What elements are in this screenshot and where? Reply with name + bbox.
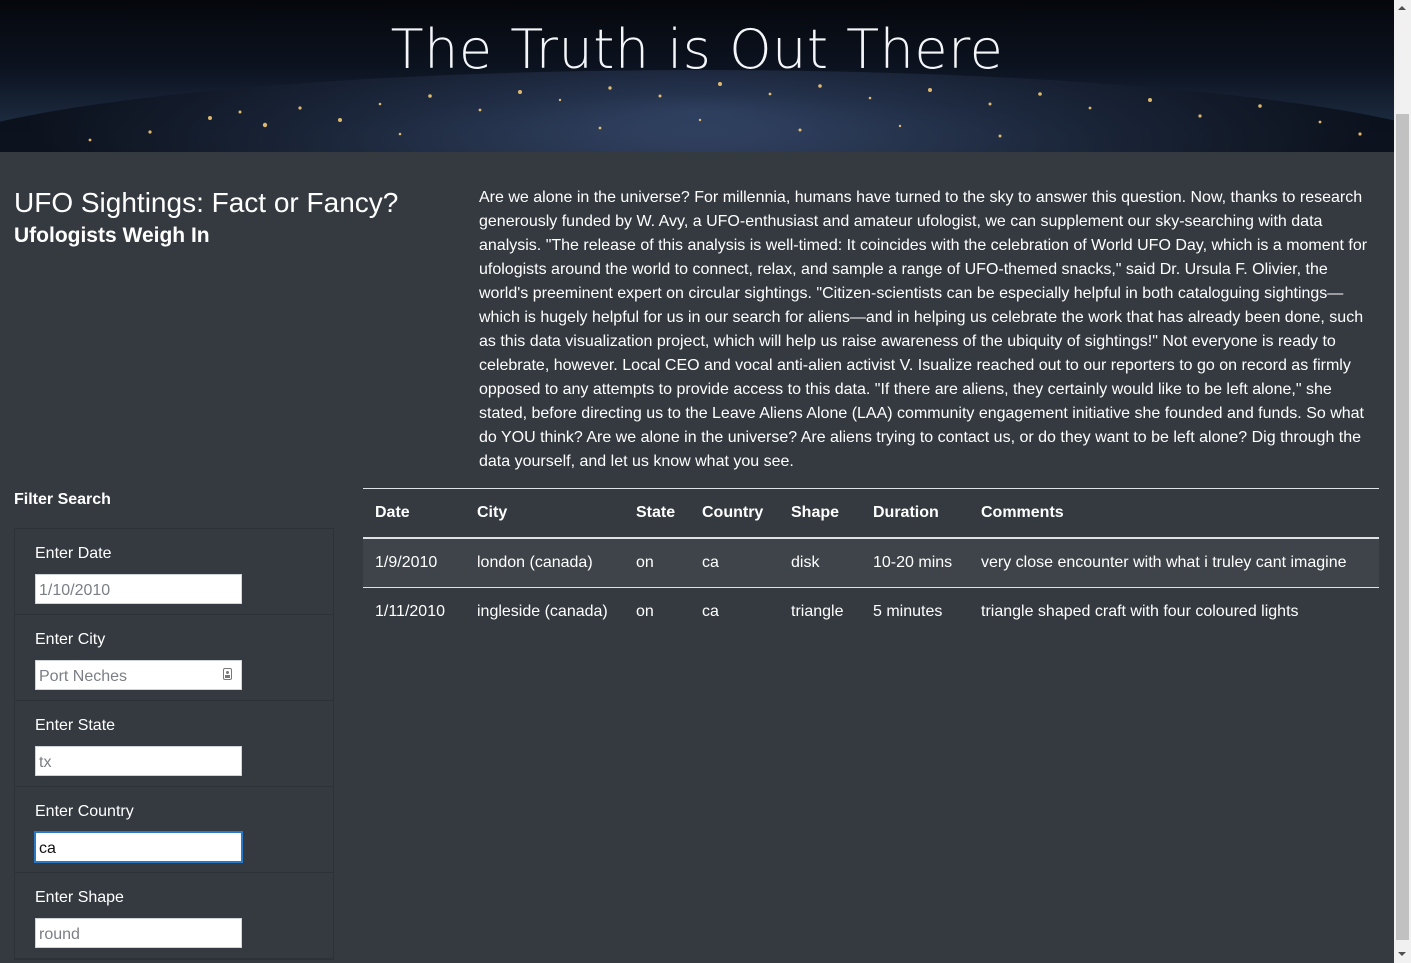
cell-country: ca (702, 603, 719, 620)
cell-city: ingleside (canada) (477, 603, 608, 620)
filter-shape-label: Enter Shape (35, 889, 124, 906)
header-duration: Duration (861, 488, 969, 539)
filter-city-label: Enter City (35, 631, 106, 648)
page-title: UFO Sightings: Fact or Fancy? (14, 187, 399, 218)
vertical-scrollbar[interactable] (1394, 0, 1411, 963)
cell-date: 1/9/2010 (363, 538, 465, 588)
scrollbar-thumb[interactable] (1396, 114, 1409, 940)
date-input[interactable] (35, 574, 242, 604)
page-header: UFO Sightings: Fact or Fancy? Ufologists… (14, 186, 398, 250)
state-input[interactable] (35, 746, 242, 776)
city-input[interactable] (35, 660, 242, 690)
header-comments: Comments (969, 488, 1379, 539)
cell-state: on (624, 538, 690, 588)
header-country: Country (690, 488, 779, 539)
cell-comments: very close encounter with what i truley … (969, 538, 1379, 588)
filter-country: Enter Country (15, 787, 333, 873)
header-date: Date (363, 488, 465, 539)
contact-card-icon[interactable] (223, 668, 232, 680)
shape-input[interactable] (35, 918, 242, 948)
cell-state: on (636, 603, 654, 620)
filter-date: Enter Date (15, 529, 333, 615)
scroll-down-arrow-icon[interactable] (1394, 946, 1411, 963)
filter-state: Enter State (15, 701, 333, 787)
filter-shape: Enter Shape (15, 873, 333, 959)
cell-shape: disk (779, 538, 861, 588)
filter-date-label: Enter Date (35, 545, 112, 562)
table-row: 1/11/2010 ingleside (canada) on ca trian… (363, 588, 1379, 637)
hero-title: The Truth is Out There (390, 18, 1004, 81)
header-city: City (465, 488, 624, 539)
page: The Truth is Out There UFO Sightings: Fa… (0, 0, 1394, 963)
ufo-table-container: Date City State Country Shape Duration C… (363, 488, 1379, 636)
filter-state-label: Enter State (35, 717, 116, 734)
cell-shape: triangle (791, 603, 844, 620)
filter-country-label: Enter Country (35, 803, 134, 820)
scroll-up-arrow-icon[interactable] (1394, 0, 1411, 17)
article-text: Are we alone in the universe? For millen… (479, 189, 1368, 470)
page-subtitle: Ufologists Weigh In (14, 224, 210, 247)
cell-comments: triangle shaped craft with four coloured… (981, 603, 1299, 620)
table-header-row: Date City State Country Shape Duration C… (363, 488, 1379, 539)
header-state: State (624, 488, 690, 539)
cell-country: ca (690, 538, 779, 588)
table-row: 1/9/2010 london (canada) on ca disk 10-2… (363, 538, 1379, 588)
hero-banner: The Truth is Out There (0, 0, 1394, 152)
header-shape: Shape (779, 488, 861, 539)
cell-duration: 5 minutes (873, 603, 943, 620)
cell-city: london (canada) (465, 538, 624, 588)
ufo-table: Date City State Country Shape Duration C… (363, 488, 1379, 636)
filter-heading: Filter Search (14, 491, 111, 508)
filter-city: Enter City (15, 615, 333, 701)
filter-list: Enter Date Enter City Enter State Enter … (14, 528, 334, 960)
cell-duration: 10-20 mins (861, 538, 969, 588)
cell-date: 1/11/2010 (375, 603, 445, 620)
country-input[interactable] (34, 831, 243, 863)
